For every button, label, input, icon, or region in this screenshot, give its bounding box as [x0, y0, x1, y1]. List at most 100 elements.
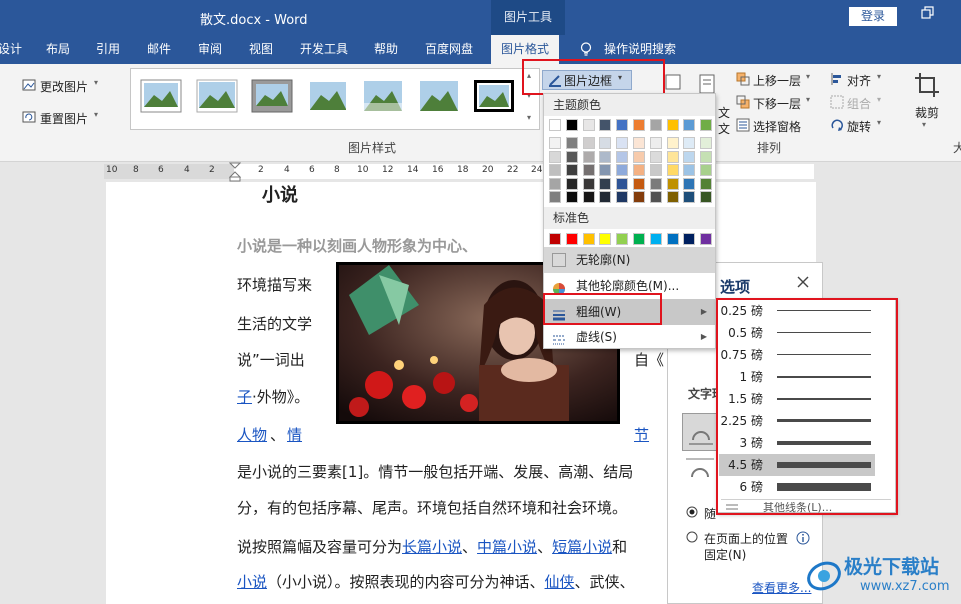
color-swatch[interactable] — [649, 119, 662, 131]
color-swatch[interactable] — [683, 119, 696, 131]
radio-move-with-text[interactable] — [686, 506, 698, 518]
color-swatch[interactable] — [700, 233, 713, 245]
weight-item[interactable]: 粗细(W) ▶ — [544, 299, 715, 325]
color-swatch[interactable] — [666, 233, 679, 245]
tab-references[interactable]: 引用 — [96, 35, 120, 64]
document-link[interactable]: 短篇小说 — [552, 538, 612, 556]
color-swatch[interactable] — [666, 119, 679, 131]
tab-view[interactable]: 视图 — [249, 35, 273, 64]
color-swatch[interactable] — [683, 164, 696, 176]
tab-baidu-netdisk[interactable]: 百度网盘 — [425, 35, 473, 64]
color-swatch[interactable] — [599, 150, 612, 163]
change-picture-button[interactable]: 更改图片 — [40, 78, 88, 95]
color-swatch[interactable] — [666, 191, 679, 203]
color-swatch[interactable] — [683, 150, 696, 163]
color-swatch[interactable] — [633, 137, 645, 149]
color-swatch[interactable] — [599, 191, 612, 203]
crop-button[interactable]: 裁剪 — [915, 104, 939, 121]
chevron-down-icon[interactable]: ▾ — [94, 78, 98, 87]
close-icon[interactable] — [796, 275, 810, 289]
color-swatch[interactable] — [700, 150, 713, 163]
color-swatch[interactable] — [666, 137, 679, 149]
weight-option-selected[interactable]: 4.5 磅 — [719, 454, 875, 476]
color-swatch[interactable] — [582, 233, 595, 245]
color-swatch[interactable] — [649, 164, 662, 176]
dashes-item[interactable]: 虚线(S) ▶ — [544, 324, 715, 350]
color-swatch[interactable] — [582, 137, 595, 149]
color-swatch[interactable] — [616, 191, 629, 203]
color-swatch[interactable] — [666, 177, 679, 190]
color-swatch[interactable] — [616, 164, 629, 176]
weight-option[interactable]: 1.5 磅 — [719, 388, 875, 410]
color-swatch[interactable] — [683, 233, 696, 245]
color-swatch[interactable] — [649, 177, 662, 190]
color-swatch[interactable] — [599, 119, 612, 131]
color-swatch[interactable] — [582, 164, 595, 176]
color-swatch[interactable] — [599, 164, 612, 176]
document-link[interactable]: 中篇小说 — [477, 538, 537, 556]
wrap-square-option[interactable] — [682, 453, 720, 487]
color-swatch[interactable] — [649, 150, 662, 163]
document-link[interactable]: 小说 — [237, 573, 267, 591]
style-thumbnail[interactable] — [307, 79, 349, 119]
document-link[interactable]: 人物 — [237, 424, 267, 445]
style-thumbnail[interactable] — [473, 79, 515, 119]
document-link[interactable]: 仙侠 — [545, 573, 575, 591]
color-swatch[interactable] — [633, 233, 645, 245]
color-swatch[interactable] — [649, 233, 662, 245]
chevron-down-icon[interactable]: ▾ — [877, 118, 881, 127]
color-swatch[interactable] — [649, 191, 662, 203]
color-swatch[interactable] — [599, 137, 612, 149]
chevron-down-icon[interactable]: ▾ — [922, 120, 926, 129]
color-swatch[interactable] — [633, 164, 645, 176]
style-thumbnail[interactable] — [362, 79, 404, 119]
color-swatch[interactable] — [549, 150, 561, 163]
color-swatch[interactable] — [700, 164, 713, 176]
color-swatch[interactable] — [565, 177, 578, 190]
more-outline-colors-item[interactable]: 其他轮廓颜色(M)... — [544, 273, 715, 299]
align-button[interactable]: 对齐 — [847, 72, 871, 89]
color-swatch[interactable] — [549, 119, 561, 131]
color-swatch[interactable] — [549, 233, 561, 245]
bring-forward-button[interactable]: 上移一层 — [753, 72, 801, 89]
picture-effects-icon[interactable] — [665, 74, 683, 92]
color-swatch[interactable] — [565, 191, 578, 203]
weight-option[interactable]: 6 磅 — [719, 476, 875, 498]
color-swatch[interactable] — [616, 150, 629, 163]
color-swatch[interactable] — [549, 164, 561, 176]
color-swatch[interactable] — [565, 119, 578, 131]
color-swatch[interactable] — [616, 177, 629, 190]
color-swatch[interactable] — [683, 177, 696, 190]
document-link[interactable]: 子 — [237, 386, 252, 407]
weight-option[interactable]: 0.75 磅 — [719, 344, 875, 366]
color-swatch[interactable] — [683, 191, 696, 203]
chevron-down-icon[interactable]: ▾ — [806, 95, 810, 104]
document-link[interactable]: 情 — [287, 424, 302, 445]
tell-me-search[interactable]: 操作说明搜索 — [604, 35, 676, 64]
selection-pane-button[interactable]: 选择窗格 — [753, 118, 801, 135]
login-button[interactable]: 登录 — [849, 7, 897, 26]
weight-option[interactable]: 0.5 磅 — [719, 322, 875, 344]
wrap-inline-option[interactable] — [682, 413, 720, 451]
color-swatch[interactable] — [616, 233, 629, 245]
chevron-down-icon[interactable]: ▾ — [877, 72, 881, 81]
color-swatch[interactable] — [616, 119, 629, 131]
chevron-down-icon[interactable]: ▾ — [94, 110, 98, 119]
group-button[interactable]: 组合 — [847, 95, 871, 112]
chevron-down-icon[interactable]: ▾ — [877, 95, 881, 104]
tab-layout[interactable]: 布局 — [46, 35, 70, 64]
color-swatch[interactable] — [599, 177, 612, 190]
weight-option[interactable]: 2.25 磅 — [719, 410, 875, 432]
color-swatch[interactable] — [582, 191, 595, 203]
tab-developer[interactable]: 开发工具 — [300, 35, 348, 64]
see-more-link[interactable]: 查看更多... — [752, 579, 811, 596]
indent-marker[interactable] — [228, 162, 242, 182]
color-swatch[interactable] — [565, 137, 578, 149]
color-swatch[interactable] — [683, 137, 696, 149]
weight-option[interactable]: 3 磅 — [719, 432, 875, 454]
color-swatch[interactable] — [549, 177, 561, 190]
color-swatch[interactable] — [649, 137, 662, 149]
tab-review[interactable]: 审阅 — [198, 35, 222, 64]
color-swatch[interactable] — [700, 119, 713, 131]
picture-border-button[interactable]: 图片边框 ▾ — [522, 64, 665, 94]
